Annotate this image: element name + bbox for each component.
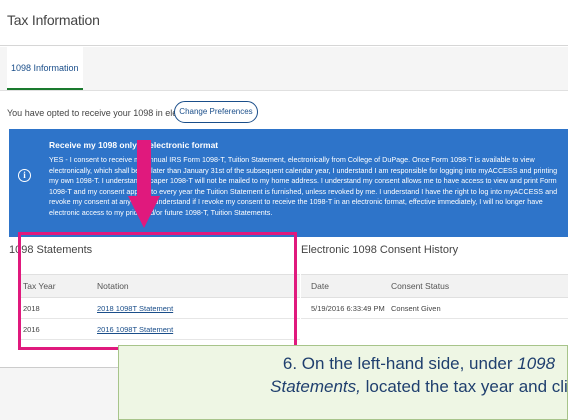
column-header-notation: Notation	[97, 281, 129, 291]
annotation-arrow-icon	[128, 140, 160, 228]
statement-link[interactable]: 2018 1098T Statement	[97, 299, 173, 319]
tab-bar: 1098 Information	[0, 47, 568, 91]
statement-link[interactable]: 2016 1098T Statement	[97, 320, 173, 340]
consent-history-panel: Electronic 1098 Consent History Date Con…	[301, 237, 568, 355]
callout-text: 6. On the left-hand side, under 1098 Stat…	[119, 352, 568, 398]
info-icon: i	[18, 169, 31, 182]
consent-history-title: Electronic 1098 Consent History	[301, 244, 459, 256]
callout-line1-italic: 1098	[517, 354, 556, 373]
history-table-header: Date Consent Status	[301, 274, 568, 298]
consent-body: YES - I consent to receive my annual IRS…	[49, 155, 558, 217]
consent-notice: i Receive my 1098 only in electronic for…	[9, 129, 568, 237]
consent-status-cell: Consent Given	[391, 304, 441, 313]
column-header-date: Date	[311, 281, 329, 291]
table-row: 2016 2016 1098T Statement	[19, 320, 300, 340]
tutorial-callout: 6. On the left-hand side, under 1098 Stat…	[118, 345, 568, 420]
statements-table-header: Tax Year Notation	[19, 274, 300, 298]
page-title: Tax Information	[7, 12, 100, 28]
callout-line2-suffix: located the tax year and cli	[360, 377, 568, 396]
consent-date-cell: 5/19/2016 6:33:49 PM	[311, 304, 385, 313]
tax-year-cell: 2016	[23, 325, 40, 334]
callout-line2-italic: Statements,	[270, 377, 361, 396]
table-row: 5/19/2016 6:33:49 PM Consent Given	[301, 299, 568, 319]
lower-gray-panel	[0, 368, 118, 420]
statements-panel: 1098 Statements Tax Year Notation 2018 2…	[9, 237, 300, 355]
page-header: Tax Information	[0, 0, 568, 46]
table-row: 2018 2018 1098T Statement	[19, 299, 300, 319]
tax-year-cell: 2018	[23, 304, 40, 313]
callout-line1-prefix: 6. On the left-hand side, under	[282, 354, 518, 373]
column-header-tax-year: Tax Year	[23, 281, 56, 291]
column-header-consent-status: Consent Status	[391, 281, 450, 291]
tab-1098-information[interactable]: 1098 Information	[7, 47, 83, 90]
statements-title: 1098 Statements	[9, 244, 93, 256]
change-preferences-button[interactable]: Change Preferences	[174, 101, 258, 123]
